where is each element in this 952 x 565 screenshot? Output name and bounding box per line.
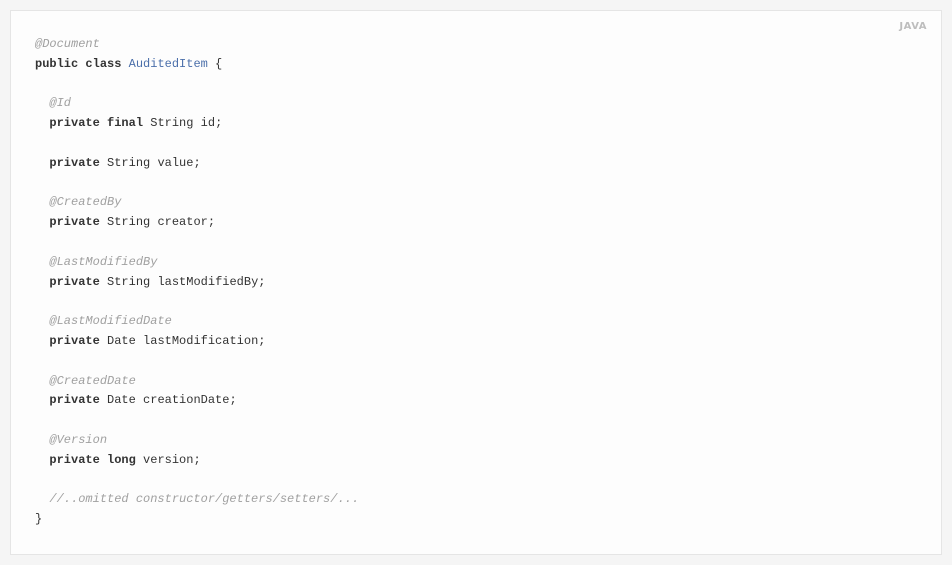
- type-string-1: String: [150, 116, 193, 130]
- annotation-document: @Document: [35, 37, 100, 51]
- semi-7: ;: [193, 453, 200, 467]
- field-value: value: [157, 156, 193, 170]
- kw-class: class: [85, 57, 121, 71]
- type-date-2: Date: [107, 393, 136, 407]
- kw-private-5: private: [49, 334, 99, 348]
- kw-private-3: private: [49, 215, 99, 229]
- kw-private-6: private: [49, 393, 99, 407]
- kw-public: public: [35, 57, 78, 71]
- kw-long: long: [107, 453, 136, 467]
- semi-6: ;: [229, 393, 236, 407]
- comment: //..omitted constructor/getters/setters/…: [49, 492, 359, 506]
- class-name: AuditedItem: [129, 57, 208, 71]
- semi-3: ;: [208, 215, 215, 229]
- semi-5: ;: [258, 334, 265, 348]
- field-lastmodifiedby: lastModifiedBy: [157, 275, 258, 289]
- semi-4: ;: [258, 275, 265, 289]
- annotation-lastmodifieddate: @LastModifiedDate: [49, 314, 171, 328]
- annotation-id: @Id: [49, 96, 71, 110]
- type-date-1: Date: [107, 334, 136, 348]
- kw-private-4: private: [49, 275, 99, 289]
- annotation-lastmodifiedby: @LastModifiedBy: [49, 255, 157, 269]
- close-brace: }: [35, 512, 42, 526]
- type-string-3: String: [107, 215, 150, 229]
- field-version: version: [143, 453, 193, 467]
- semi-1: ;: [215, 116, 222, 130]
- kw-private-1: private: [49, 116, 99, 130]
- type-string-4: String: [107, 275, 150, 289]
- annotation-createdby: @CreatedBy: [49, 195, 121, 209]
- field-creator: creator: [157, 215, 207, 229]
- semi-2: ;: [193, 156, 200, 170]
- kw-final: final: [107, 116, 143, 130]
- field-creationdate: creationDate: [143, 393, 229, 407]
- open-brace: {: [208, 57, 222, 71]
- kw-private-7: private: [49, 453, 99, 467]
- type-string-2: String: [107, 156, 150, 170]
- field-id: id: [201, 116, 215, 130]
- code-content[interactable]: @Document public class AuditedItem { @Id…: [35, 35, 917, 530]
- code-block: JAVA @Document public class AuditedItem …: [10, 10, 942, 555]
- annotation-createddate: @CreatedDate: [49, 374, 135, 388]
- field-lastmodification: lastModification: [143, 334, 258, 348]
- kw-private-2: private: [49, 156, 99, 170]
- annotation-version: @Version: [49, 433, 107, 447]
- language-label: JAVA: [899, 21, 927, 32]
